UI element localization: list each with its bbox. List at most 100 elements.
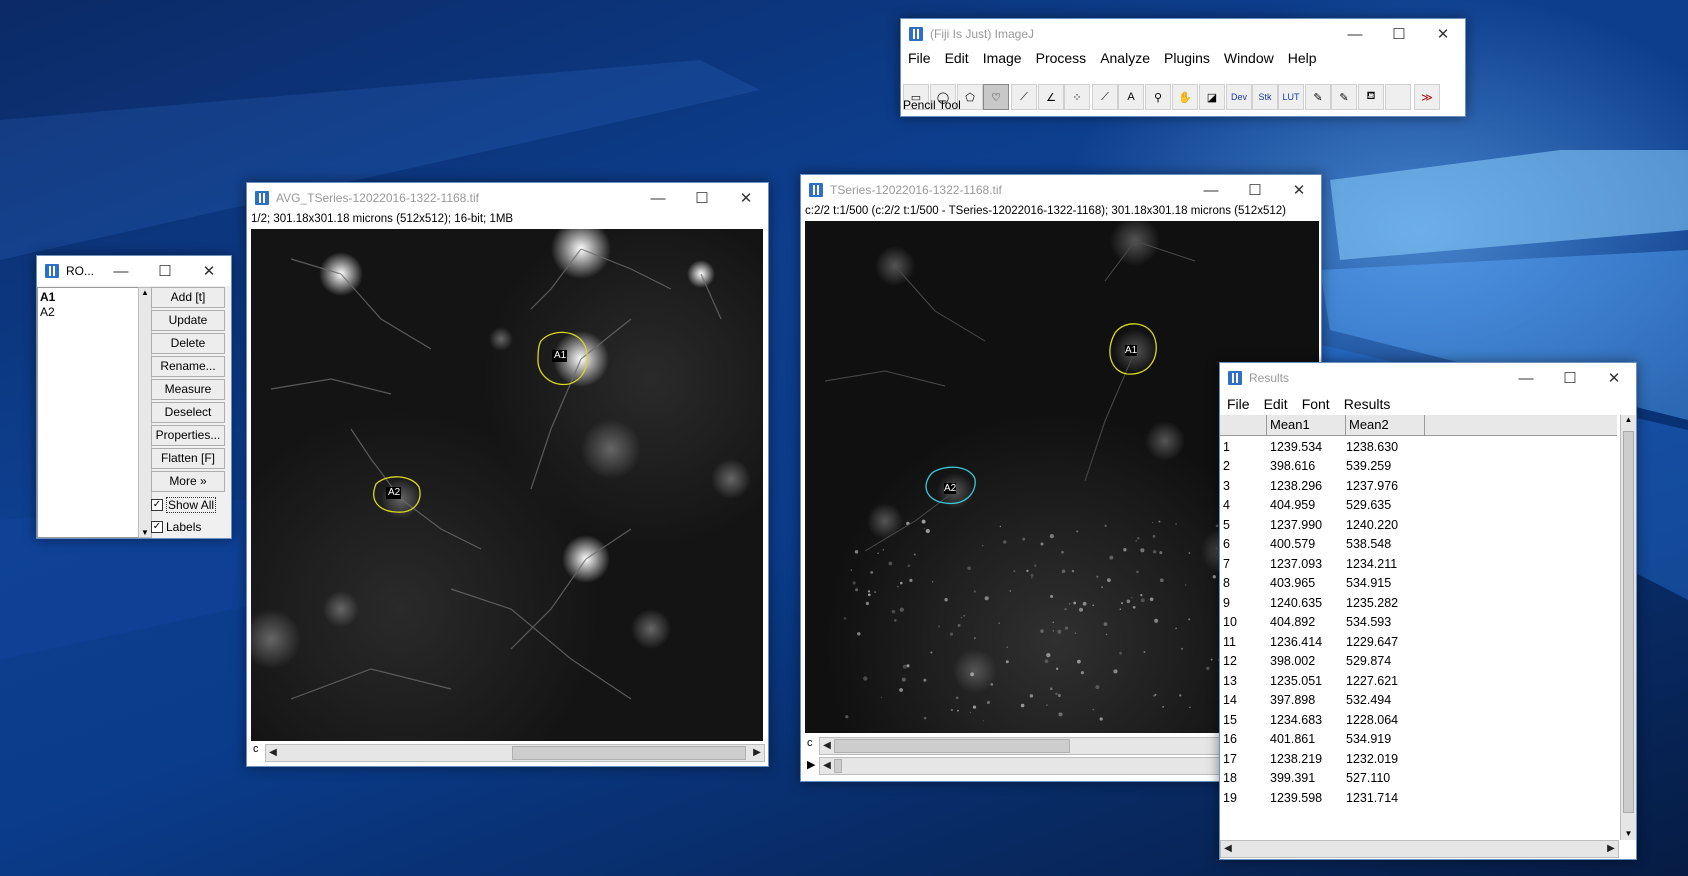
imagej-main-window[interactable]: (Fiji Is Just) ImageJ — ☐ ✕ File Edit Im… bbox=[900, 18, 1466, 117]
flood-fill-tool-icon[interactable]: ⛾ bbox=[1358, 84, 1384, 110]
table-row[interactable]: 15 1234.683 1228.064 bbox=[1222, 710, 1419, 730]
flatten-button[interactable]: Flatten [F] bbox=[151, 448, 225, 469]
wand-tool-icon[interactable]: ⟋ bbox=[1092, 84, 1118, 110]
minimize-icon[interactable]: — bbox=[1189, 175, 1233, 205]
scroll-down-icon[interactable]: ▼ bbox=[1621, 829, 1636, 838]
maximize-icon[interactable]: ☐ bbox=[1233, 175, 1277, 205]
scroll-left-icon[interactable]: ◀ bbox=[1221, 841, 1235, 857]
scrollbar-thumb[interactable] bbox=[512, 746, 746, 760]
menu-font[interactable]: Font bbox=[1295, 394, 1337, 414]
angle-tool-icon[interactable]: ∠ bbox=[1038, 84, 1064, 110]
properties-button[interactable]: Properties... bbox=[151, 425, 225, 446]
speckle bbox=[1003, 540, 1007, 544]
results-window[interactable]: Results — ☐ ✕ File Edit Font Results Mea… bbox=[1219, 362, 1637, 860]
column-header-index[interactable] bbox=[1220, 415, 1267, 435]
table-row[interactable]: 3 1238.296 1237.976 bbox=[1222, 476, 1419, 496]
close-icon[interactable]: ✕ bbox=[724, 183, 768, 213]
scroll-left-icon[interactable]: ◀ bbox=[820, 758, 834, 774]
table-row[interactable]: 8 403.965 534.915 bbox=[1222, 574, 1419, 594]
scroll-up-icon[interactable]: ▲ bbox=[1621, 415, 1636, 424]
results-vscrollbar[interactable]: ▲ ▼ bbox=[1620, 415, 1636, 840]
minimize-icon[interactable]: — bbox=[1504, 363, 1548, 393]
table-row[interactable]: 10 404.892 534.593 bbox=[1222, 613, 1419, 633]
menu-edit[interactable]: Edit bbox=[1257, 394, 1295, 414]
table-row[interactable]: 2 398.616 539.259 bbox=[1222, 457, 1419, 477]
polygon-tool-icon[interactable]: ⬠ bbox=[957, 84, 983, 110]
roi-manager-window[interactable]: RO... — ☐ ✕ A1 A2 ▲ ▼ Add [t] Update Del… bbox=[36, 255, 232, 539]
table-row[interactable]: 13 1235.051 1227.621 bbox=[1222, 671, 1419, 691]
magnifier-tool-icon[interactable]: ⚲ bbox=[1145, 84, 1171, 110]
table-row[interactable]: 17 1238.219 1232.019 bbox=[1222, 749, 1419, 769]
results-titlebar[interactable]: Results — ☐ ✕ bbox=[1220, 363, 1636, 393]
channel-scrollbar[interactable]: ◀ ▶ bbox=[265, 744, 765, 762]
lut-tool-icon[interactable]: LUT bbox=[1278, 84, 1304, 110]
maximize-icon[interactable]: ☐ bbox=[1548, 363, 1592, 393]
scroll-right-icon[interactable]: ▶ bbox=[750, 745, 764, 761]
scrollbar-thumb[interactable] bbox=[834, 739, 1070, 753]
table-row[interactable]: 12 398.002 529.874 bbox=[1222, 652, 1419, 672]
more-button[interactable]: More » bbox=[151, 471, 225, 492]
play-animation-icon[interactable]: ▶ bbox=[807, 758, 815, 771]
empty-tool-slot[interactable] bbox=[1385, 84, 1411, 110]
show-all-checkbox[interactable]: ✓ Show All bbox=[151, 497, 217, 513]
menu-file[interactable]: File bbox=[1220, 394, 1257, 414]
measure-button[interactable]: Measure bbox=[151, 379, 225, 400]
line-tool-icon[interactable]: ⟋ bbox=[1011, 84, 1037, 110]
results-table-body[interactable]: 1 1239.534 1238.630 2 398.616 539.259 3 1238.29… bbox=[1220, 437, 1617, 840]
table-row[interactable]: 14 397.898 532.494 bbox=[1222, 691, 1419, 711]
hand-tool-icon[interactable]: ✋ bbox=[1172, 84, 1198, 110]
roi-list[interactable]: A1 A2 bbox=[37, 287, 139, 538]
maximize-icon[interactable]: ☐ bbox=[680, 183, 724, 213]
text-tool-icon[interactable]: A bbox=[1118, 84, 1144, 110]
deselect-button[interactable]: Deselect bbox=[151, 402, 225, 423]
brush-tool-icon[interactable]: ✎ bbox=[1331, 84, 1357, 110]
avg-image-titlebar[interactable]: AVG_TSeries-12022016-1322-1168.tif — ☐ ✕ bbox=[247, 183, 768, 213]
stk-tool-icon[interactable]: Stk bbox=[1252, 84, 1278, 110]
table-row[interactable]: 19 1239.598 1231.714 bbox=[1222, 788, 1419, 808]
table-row[interactable]: 5 1237.990 1240.220 bbox=[1222, 515, 1419, 535]
avg-image-canvas[interactable]: A1 A2 bbox=[251, 229, 763, 741]
add-button[interactable]: Add [t] bbox=[151, 287, 225, 308]
scroll-right-icon[interactable]: ▶ bbox=[1604, 841, 1618, 857]
multipoint-tool-icon[interactable]: ⁘ bbox=[1064, 84, 1090, 110]
scroll-up-icon[interactable]: ▲ bbox=[139, 288, 151, 297]
table-row[interactable]: 6 400.579 538.548 bbox=[1222, 535, 1419, 555]
scroll-left-icon[interactable]: ◀ bbox=[266, 745, 280, 761]
roi-list-item-a2[interactable]: A2 bbox=[38, 304, 138, 319]
column-header-mean1[interactable]: Mean1 bbox=[1267, 415, 1346, 435]
table-row[interactable]: 11 1236.414 1229.647 bbox=[1222, 632, 1419, 652]
pencil-tool-icon[interactable]: ✎ bbox=[1305, 84, 1331, 110]
labels-checkbox[interactable]: ✓ Labels bbox=[151, 520, 201, 534]
dev-tool-icon[interactable]: Dev bbox=[1226, 84, 1252, 110]
close-icon[interactable]: ✕ bbox=[1592, 363, 1636, 393]
table-row[interactable]: 1 1239.534 1238.630 bbox=[1222, 437, 1419, 457]
table-row[interactable]: 7 1237.093 1234.211 bbox=[1222, 554, 1419, 574]
delete-button[interactable]: Delete bbox=[151, 333, 225, 354]
column-header-mean2[interactable]: Mean2 bbox=[1346, 415, 1425, 435]
roi-list-scrollbar[interactable]: ▲ ▼ bbox=[138, 287, 152, 538]
scrollbar-thumb[interactable] bbox=[1623, 431, 1634, 813]
menu-results[interactable]: Results bbox=[1337, 394, 1398, 414]
avg-image-window[interactable]: AVG_TSeries-12022016-1322-1168.tif — ☐ ✕… bbox=[246, 182, 769, 767]
table-row[interactable]: 16 401.861 534.919 bbox=[1222, 730, 1419, 750]
roi-manager-titlebar[interactable]: RO... — ☐ ✕ bbox=[37, 256, 231, 286]
freehand-tool-icon[interactable]: ♡ bbox=[983, 84, 1009, 110]
table-row[interactable]: 18 399.391 527.110 bbox=[1222, 769, 1419, 789]
update-button[interactable]: Update bbox=[151, 310, 225, 331]
results-hscrollbar[interactable]: ◀ ▶ bbox=[1220, 840, 1619, 858]
table-row[interactable]: 4 404.959 529.635 bbox=[1222, 496, 1419, 516]
close-icon[interactable]: ✕ bbox=[1277, 175, 1321, 205]
rename-button[interactable]: Rename... bbox=[151, 356, 225, 377]
minimize-icon[interactable]: — bbox=[99, 256, 143, 286]
scrollbar-thumb[interactable] bbox=[834, 759, 842, 773]
close-icon[interactable]: ✕ bbox=[187, 256, 231, 286]
scroll-down-icon[interactable]: ▼ bbox=[139, 528, 151, 537]
table-row[interactable]: 9 1240.635 1235.282 bbox=[1222, 593, 1419, 613]
roi-list-item-a1[interactable]: A1 bbox=[38, 288, 138, 304]
more-tools-icon[interactable]: ≫ bbox=[1414, 84, 1440, 110]
scroll-left-icon[interactable]: ◀ bbox=[820, 738, 834, 754]
maximize-icon[interactable]: ☐ bbox=[143, 256, 187, 286]
minimize-icon[interactable]: — bbox=[636, 183, 680, 213]
color-picker-tool-icon[interactable]: ◪ bbox=[1199, 84, 1225, 110]
tseries-titlebar[interactable]: TSeries-12022016-1322-1168.tif — ☐ ✕ bbox=[801, 175, 1321, 205]
